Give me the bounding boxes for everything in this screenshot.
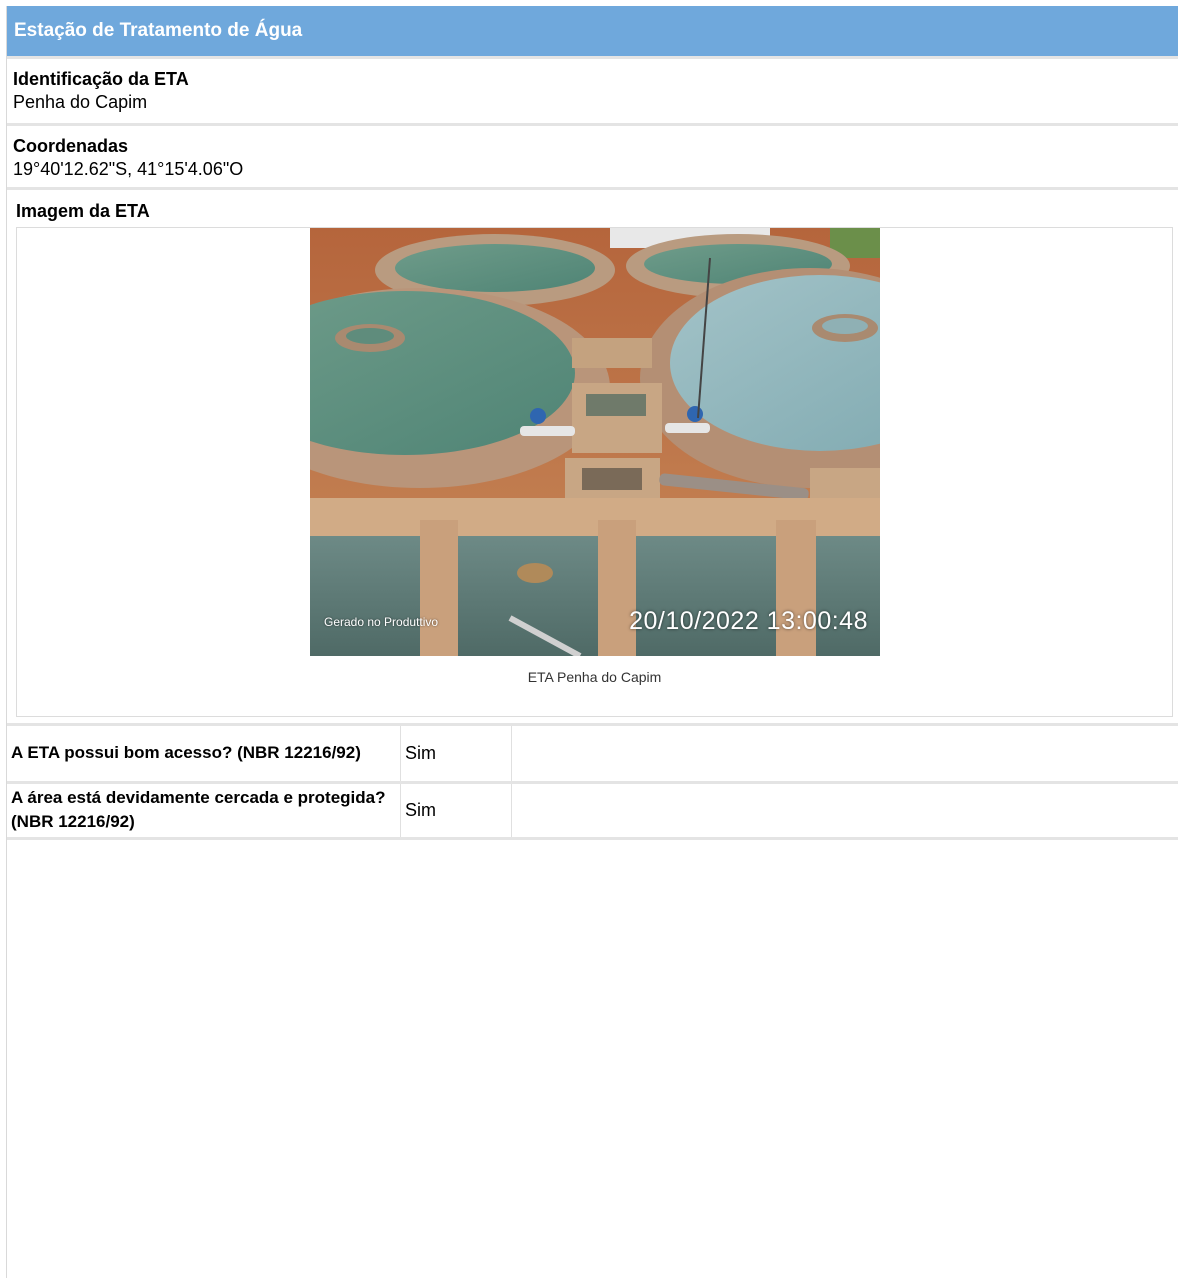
identification-value: Penha do Capim <box>13 92 148 112</box>
notes-cell <box>511 726 1178 784</box>
notes-cell <box>511 782 1178 840</box>
image-caption: ETA Penha do Capim <box>527 669 662 685</box>
coordinates-field: Coordenadas 19°40'12.62"S, 41°15'4.06"O <box>7 126 1178 190</box>
report-sheet: Estação de Tratamento de Água Identifica… <box>6 6 1178 1278</box>
coordinates-value: 19°40'12.62"S, 41°15'4.06"O <box>13 159 244 179</box>
photo-timestamp: 20/10/2022 13:00:48 <box>629 607 868 635</box>
photo-watermark: Gerado no Produttivo <box>324 615 439 629</box>
eta-photo[interactable]: Gerado no Produttivo 20/10/2022 13:00:48 <box>310 228 880 656</box>
answer-text: Sim <box>400 782 512 840</box>
answer-text: Sim <box>400 726 512 784</box>
questions-table: A ETA possui bom acesso? (NBR 12216/92) … <box>7 726 1178 840</box>
image-label: Imagem da ETA <box>16 201 150 221</box>
question-row: A ETA possui bom acesso? (NBR 12216/92) … <box>7 726 1178 784</box>
identification-label: Identificação da ETA <box>13 69 189 89</box>
eta-photo-illustration <box>310 228 880 656</box>
section-title: Estação de Tratamento de Água <box>14 20 303 41</box>
coordinates-label: Coordenadas <box>13 136 129 156</box>
identification-field: Identificação da ETA Penha do Capim <box>7 59 1178 126</box>
question-row: A área está devidamente cercada e proteg… <box>7 782 1178 840</box>
image-frame: Gerado no Produttivo 20/10/2022 13:00:48… <box>16 227 1173 717</box>
question-text: A área está devidamente cercada e proteg… <box>7 782 401 840</box>
question-text: A ETA possui bom acesso? (NBR 12216/92) <box>7 726 401 784</box>
image-field: Imagem da ETA Gerado no Produttivo 20/10… <box>7 190 1178 726</box>
section-header: Estação de Tratamento de Água <box>7 6 1178 59</box>
